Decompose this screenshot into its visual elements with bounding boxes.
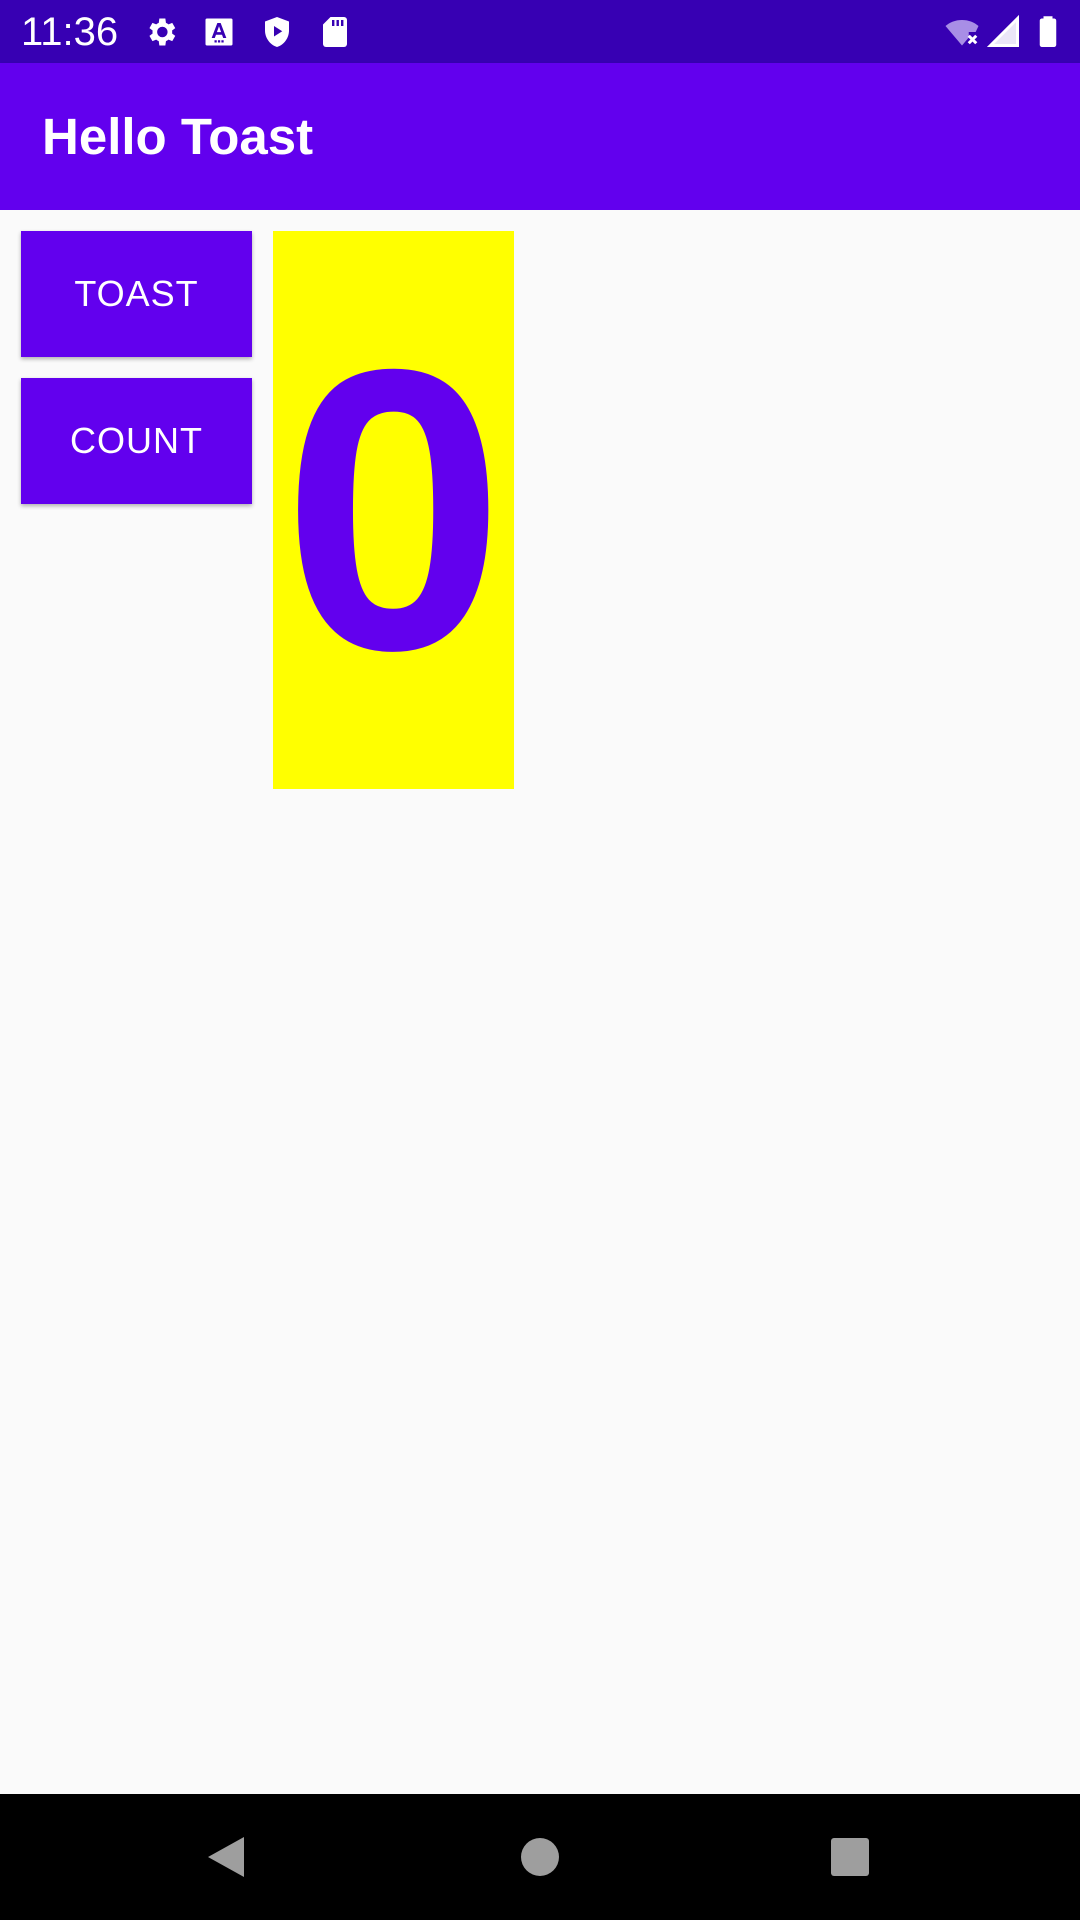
count-button[interactable]: COUNT bbox=[21, 378, 252, 504]
back-icon bbox=[208, 1837, 244, 1877]
wifi-off-icon bbox=[945, 20, 979, 46]
recents-button[interactable] bbox=[770, 1794, 930, 1920]
home-icon bbox=[521, 1838, 559, 1876]
counter-display: 0 bbox=[273, 231, 514, 789]
sd-card-icon bbox=[323, 17, 347, 47]
recents-icon bbox=[831, 1838, 869, 1876]
status-bar: 11:36 bbox=[0, 0, 1080, 63]
main-content: TOAST COUNT 0 bbox=[0, 210, 1080, 1794]
counter-value: 0 bbox=[282, 286, 505, 733]
toast-button[interactable]: TOAST bbox=[21, 231, 252, 357]
app-bar: Hello Toast bbox=[0, 63, 1080, 210]
app-title: Hello Toast bbox=[42, 108, 314, 165]
shield-play-icon bbox=[265, 17, 289, 47]
battery-icon bbox=[1039, 16, 1057, 47]
text-a-icon bbox=[205, 18, 233, 46]
settings-icon bbox=[149, 18, 176, 46]
signal-icon bbox=[986, 14, 1019, 47]
back-button[interactable] bbox=[146, 1794, 306, 1920]
home-button[interactable] bbox=[460, 1794, 620, 1920]
status-time: 11:36 bbox=[21, 10, 119, 54]
navigation-bar bbox=[0, 1794, 1080, 1920]
